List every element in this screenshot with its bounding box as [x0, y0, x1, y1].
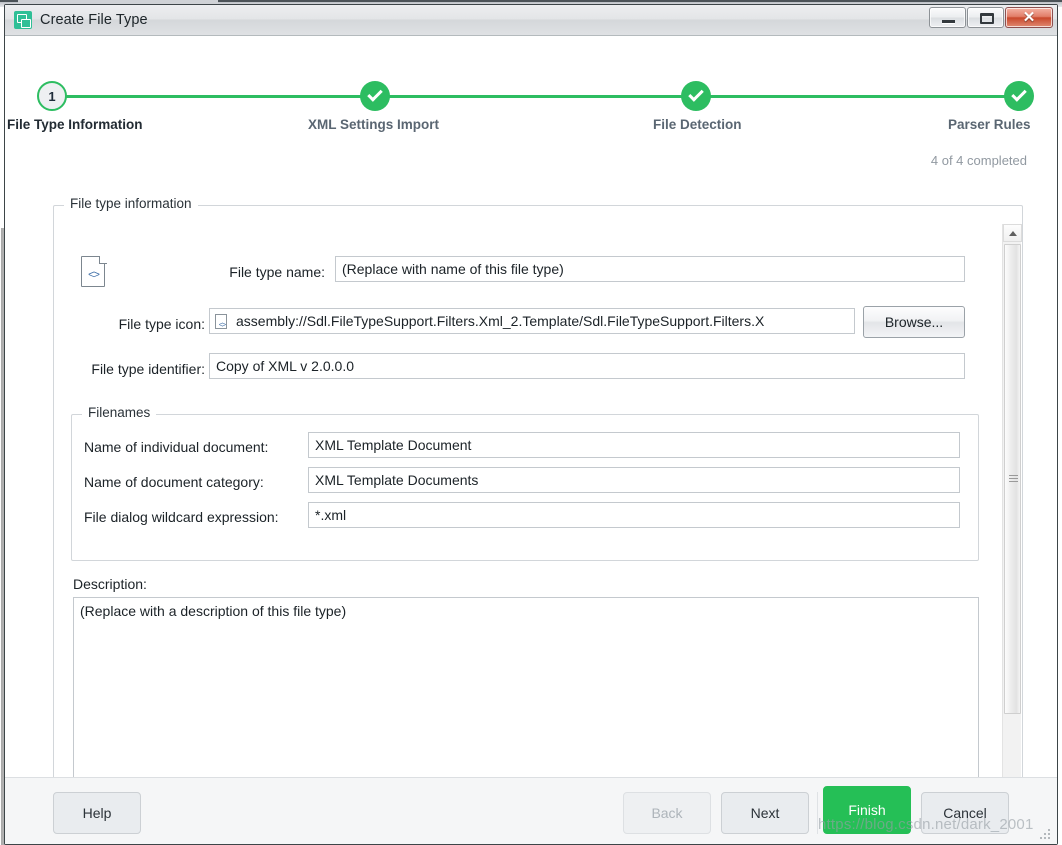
description-textarea[interactable]: (Replace with a description of this file… [73, 597, 979, 799]
wizard-step-xml-settings-import[interactable]: XML Settings Import [308, 81, 439, 132]
next-button[interactable]: Next [721, 792, 809, 834]
window-title: Create File Type [40, 12, 148, 28]
browse-button[interactable]: Browse... [863, 306, 965, 338]
file-type-identifier-label: File type identifier: [91, 361, 205, 377]
file-type-information-group: File type information <> File type name:… [53, 196, 1023, 813]
step-marker-current: 1 [37, 81, 67, 111]
name-of-document-category-label: Name of document category: [84, 474, 264, 490]
code-brackets-glyph: <> [88, 269, 100, 281]
close-button[interactable]: ✕ [1005, 7, 1053, 28]
step-marker-done [681, 81, 711, 111]
wizard-step-label: XML Settings Import [308, 117, 440, 132]
scrollbar-grip-icon [1009, 475, 1018, 484]
app-icon [14, 11, 32, 29]
wizard-progress: 1 File Type Information XML Settings Imp… [5, 47, 1057, 139]
file-type-icon-value: assembly://Sdl.FileTypeSupport.Filters.X… [236, 313, 765, 329]
finish-button[interactable]: Finish [823, 786, 911, 834]
wizard-step-label: File Type Information [7, 117, 143, 132]
help-button[interactable]: Help [53, 792, 141, 834]
name-of-individual-document-label: Name of individual document: [84, 439, 269, 455]
resize-grip-icon[interactable] [1038, 827, 1050, 839]
title-bar: Create File Type ✕ [5, 5, 1057, 36]
form-vertical-scrollbar[interactable] [1002, 224, 1022, 812]
scrollbar-thumb[interactable] [1004, 244, 1021, 714]
file-type-icon-label: File type icon: [118, 316, 205, 332]
window-controls: ✕ [929, 7, 1053, 28]
form-scroll-area: <> File type name: (Replace with name of… [55, 224, 1023, 812]
file-dialog-wildcard-label: File dialog wildcard expression: [84, 509, 279, 525]
description-label: Description: [73, 576, 147, 592]
check-icon [1011, 86, 1027, 102]
xml-file-small-icon [215, 314, 228, 333]
footer-separator [817, 792, 818, 834]
file-type-name-label: File type name: [229, 264, 325, 280]
xml-document-icon: <> [81, 256, 107, 288]
steps-completed-note: 4 of 4 completed [930, 153, 1027, 168]
window-client-area: 1 File Type Information XML Settings Imp… [5, 36, 1057, 844]
progress-track [51, 95, 1011, 98]
wizard-step-label: File Detection [653, 117, 742, 132]
name-of-document-category-input[interactable]: XML Template Documents [308, 467, 960, 493]
wizard-step-label: Parser Rules [948, 117, 1031, 132]
step-marker-done [360, 81, 390, 111]
wizard-step-parser-rules[interactable]: Parser Rules [948, 81, 1034, 132]
minimize-icon [942, 20, 955, 23]
maximize-icon [980, 13, 994, 24]
file-type-identifier-input[interactable]: Copy of XML v 2.0.0.0 [209, 353, 965, 379]
back-button[interactable]: Back [623, 792, 711, 834]
minimize-button[interactable] [929, 7, 966, 28]
file-type-name-input[interactable]: (Replace with name of this file type) [335, 256, 965, 282]
wizard-step-file-type-information[interactable]: 1 File Type Information [7, 81, 143, 132]
create-file-type-window: Create File Type ✕ 1 File Type Informati… [4, 4, 1058, 845]
cancel-button[interactable]: Cancel [921, 792, 1009, 834]
group-title: File type information [64, 196, 198, 211]
filenames-group: Filenames Name of individual document: X… [71, 405, 979, 561]
step-number: 1 [48, 88, 56, 104]
check-icon [688, 86, 704, 102]
wizard-step-file-detection[interactable]: File Detection [653, 81, 742, 132]
page-fold [99, 256, 107, 264]
file-dialog-wildcard-input[interactable]: *.xml [308, 502, 960, 528]
chevron-up-icon [1008, 230, 1017, 236]
name-of-individual-document-input[interactable]: XML Template Document [308, 432, 960, 458]
filenames-group-title: Filenames [82, 405, 157, 420]
file-type-icon-input[interactable]: assembly://Sdl.FileTypeSupport.Filters.X… [209, 308, 855, 334]
close-icon: ✕ [1022, 9, 1036, 26]
maximize-button[interactable] [967, 7, 1004, 28]
check-icon [367, 86, 383, 102]
scroll-up-button[interactable] [1003, 224, 1022, 242]
screen-root: Create File Type ✕ 1 File Type Informati… [0, 0, 1062, 845]
dialog-footer: Help Back Next Finish Cancel [5, 777, 1057, 844]
step-marker-done [1004, 81, 1034, 111]
